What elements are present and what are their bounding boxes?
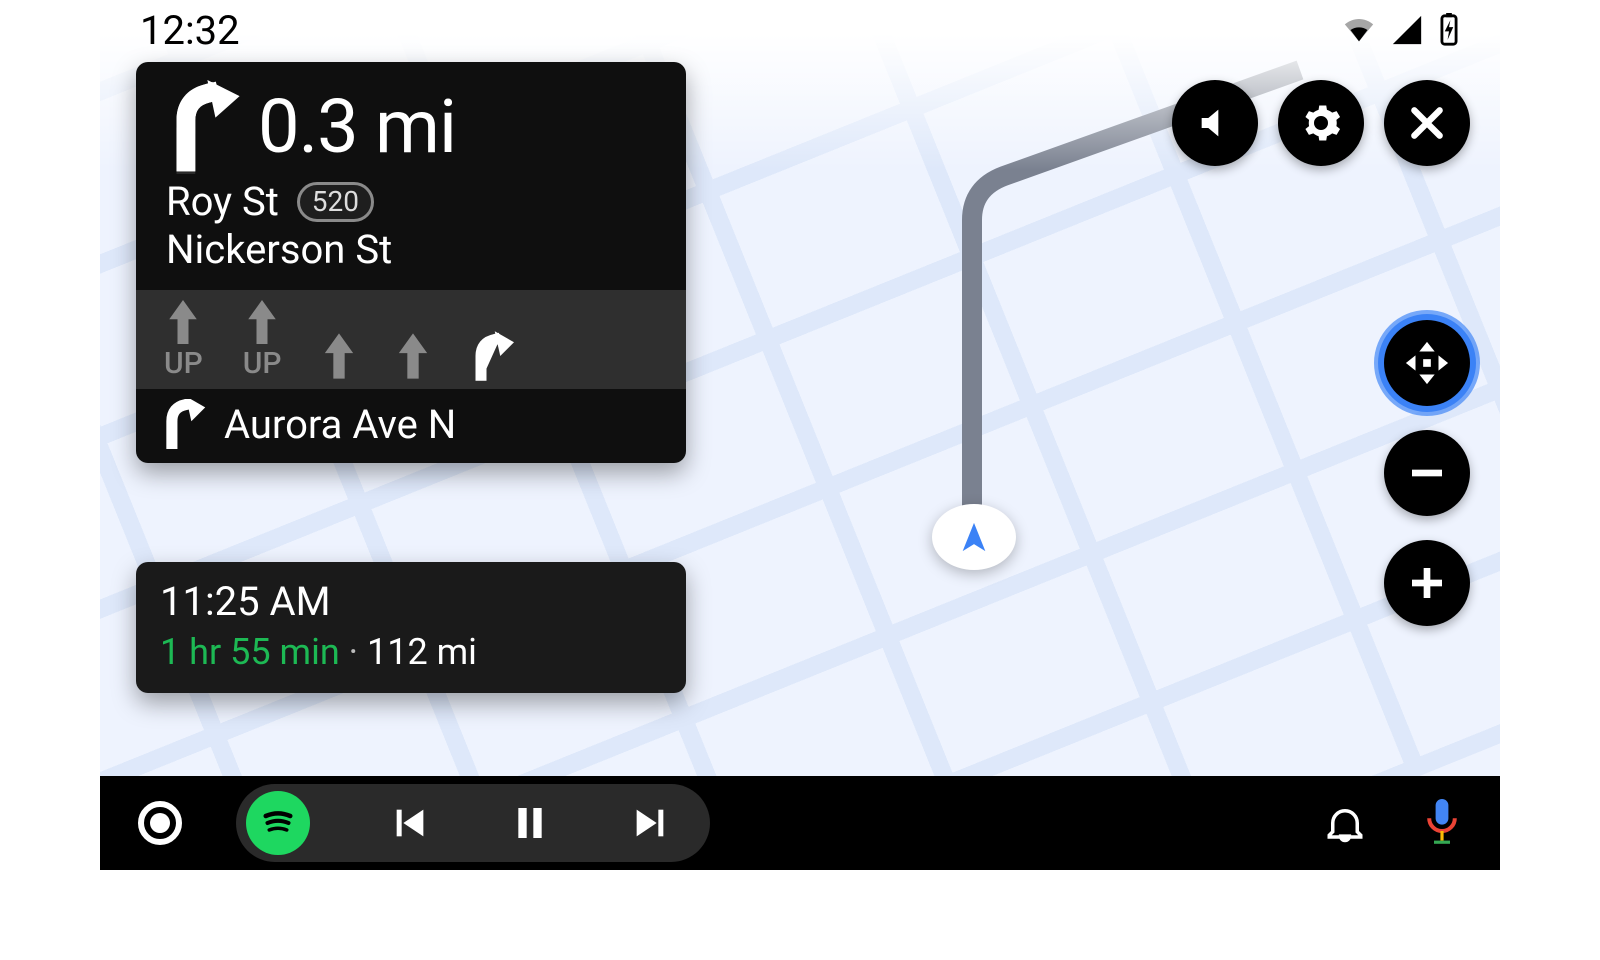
previous-track-button[interactable] xyxy=(390,803,430,843)
home-button[interactable] xyxy=(138,801,182,845)
settings-button[interactable] xyxy=(1278,80,1364,166)
vehicle-location-marker xyxy=(932,504,1016,570)
eta-details: 1 hr 55 min · 112 mi xyxy=(160,631,662,673)
zoom-in-button[interactable] xyxy=(1384,540,1470,626)
volume-mute-icon xyxy=(1195,103,1235,143)
street-secondary: Nickerson St xyxy=(166,226,656,274)
device-frame: 12:32 0.3 mi xyxy=(100,0,1500,870)
map-zoom-controls xyxy=(1384,320,1470,626)
street-line-1: Roy St 520 xyxy=(166,178,656,226)
voice-assistant-button[interactable] xyxy=(1422,799,1462,847)
close-icon xyxy=(1408,104,1446,142)
lane-1-label: UP xyxy=(164,346,203,381)
next-track-button[interactable] xyxy=(630,803,670,843)
route-shield: 520 xyxy=(297,182,374,222)
trip-distance: 112 mi xyxy=(367,631,477,673)
turn-right-icon xyxy=(160,80,244,174)
pause-button[interactable] xyxy=(510,803,550,843)
maneuver-streets: Roy St 520 Nickerson St xyxy=(136,178,686,290)
dock-right-actions xyxy=(1324,799,1462,847)
navigation-card: 0.3 mi Roy St 520 Nickerson St UP UP xyxy=(136,62,686,463)
eta-separator: · xyxy=(340,631,367,673)
navigation-arrow-icon xyxy=(957,520,991,554)
lane-2: UP xyxy=(243,300,282,381)
current-maneuver: 0.3 mi xyxy=(136,62,686,178)
zoom-out-button[interactable] xyxy=(1384,430,1470,516)
skip-previous-icon xyxy=(390,803,430,843)
spotify-icon xyxy=(257,802,299,844)
street-primary: Roy St xyxy=(166,178,279,225)
lane-guidance: UP UP xyxy=(136,290,686,389)
gear-icon xyxy=(1300,102,1342,144)
lane-4 xyxy=(396,331,430,381)
system-dock xyxy=(100,776,1500,870)
maneuver-distance: 0.3 mi xyxy=(258,84,456,171)
lane-5-active xyxy=(470,331,514,381)
arrival-time: 11:25 AM xyxy=(160,578,662,625)
next-step-street: Aurora Ave N xyxy=(224,401,456,448)
skip-next-icon xyxy=(630,803,670,843)
lane-3 xyxy=(322,331,356,381)
notifications-button[interactable] xyxy=(1324,802,1366,844)
media-controls xyxy=(236,784,710,862)
close-button[interactable] xyxy=(1384,80,1470,166)
trip-duration: 1 hr 55 min xyxy=(160,631,340,673)
next-step: Aurora Ave N xyxy=(136,389,686,463)
pause-icon xyxy=(510,803,550,843)
next-turn-right-icon xyxy=(160,399,206,449)
mute-button[interactable] xyxy=(1172,80,1258,166)
map-action-buttons xyxy=(1172,80,1470,166)
pan-button[interactable] xyxy=(1384,320,1470,406)
spotify-app-icon[interactable] xyxy=(246,791,310,855)
eta-card[interactable]: 11:25 AM 1 hr 55 min · 112 mi xyxy=(136,562,686,693)
plus-icon xyxy=(1407,563,1447,603)
lane-2-label: UP xyxy=(243,346,282,381)
pan-icon xyxy=(1404,340,1450,386)
minus-icon xyxy=(1407,453,1447,493)
lane-1: UP xyxy=(164,300,203,381)
